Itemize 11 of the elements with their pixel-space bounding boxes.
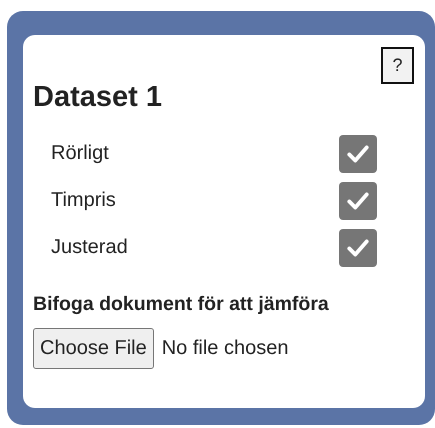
file-status: No file chosen	[162, 337, 288, 360]
help-button[interactable]: ?	[381, 47, 414, 84]
option-label: Rörligt	[51, 142, 109, 165]
checkbox[interactable]	[339, 182, 377, 220]
option-label: Justerad	[51, 236, 128, 259]
checkbox[interactable]	[339, 228, 377, 266]
choose-file-button[interactable]: Choose File	[33, 328, 154, 369]
checkbox[interactable]	[339, 134, 377, 172]
dataset-title: Dataset 1	[33, 81, 162, 114]
option-label: Timpris	[51, 189, 116, 212]
attachment-label: Bifoga dokument för att jämföra	[33, 293, 330, 316]
